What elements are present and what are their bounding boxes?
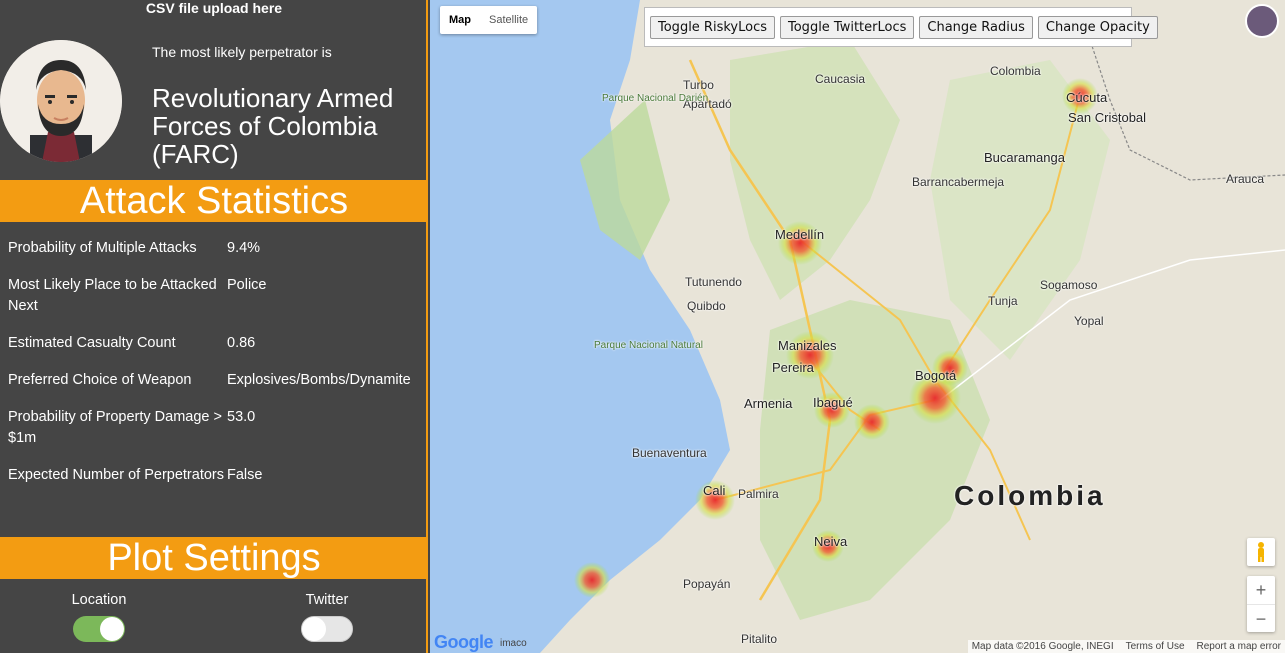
map-city-label: Tutunendo: [685, 275, 742, 289]
csv-upload-area[interactable]: CSV file upload here: [0, 0, 428, 16]
stat-row: Probability of Multiple Attacks 9.4%: [8, 238, 423, 259]
map-city-label: Cúcuta: [1066, 90, 1108, 105]
location-toggle-switch[interactable]: [73, 616, 125, 642]
location-toggle-label: Location: [71, 592, 127, 608]
map-city-label: Ibagué: [813, 395, 853, 410]
perpetrator-name: Revolutionary Armed Forces of Colombia (…: [152, 83, 394, 169]
zoom-in-button[interactable]: +: [1247, 576, 1275, 604]
stat-value: Explosives/Bombs/Dynamite: [227, 372, 411, 388]
map-city-label: Yopal: [1074, 314, 1104, 328]
map-city-label: Bucaramanga: [984, 150, 1065, 165]
toggle-knob: [100, 617, 124, 641]
map-city-label: Arauca: [1226, 172, 1265, 186]
map-city-label: Turbo: [683, 78, 714, 92]
map-city-label: Barrancabermeja: [912, 175, 1005, 189]
map-city-label: Cali: [703, 483, 726, 498]
stat-label: Preferred Choice of Weapon: [8, 372, 192, 388]
map-type-control: Map Satellite: [440, 6, 538, 34]
map-country-label: Colombia: [954, 480, 1106, 511]
map-city-label: Tunja: [988, 294, 1018, 308]
hotspot-ibague-east[interactable]: [854, 404, 890, 440]
stat-row: Expected Number of Perpetrators False: [8, 465, 423, 486]
app-root: CSV file upload here The most likely per…: [0, 0, 1285, 653]
google-logo-text: Google: [434, 632, 494, 652]
change-opacity-button[interactable]: Change Opacity: [1037, 16, 1158, 39]
stat-label: Probability of Multiple Attacks: [8, 240, 197, 256]
map-type-map-button[interactable]: Map: [440, 6, 480, 34]
terms-of-use-link[interactable]: Terms of Use: [1126, 640, 1185, 653]
stat-row: Most Likely Place to be Attacked Next Po…: [8, 275, 423, 317]
twitter-toggle-label: Twitter: [305, 592, 349, 608]
perpetrator-avatar: [0, 40, 122, 162]
stat-label: Probability of Property Damage > $1m: [8, 409, 222, 446]
change-radius-button[interactable]: Change Radius: [919, 16, 1033, 39]
map-city-label: Colombia: [990, 64, 1041, 78]
map-city-label: Sogamoso: [1040, 278, 1098, 292]
google-logo[interactable]: Google: [434, 632, 494, 653]
report-map-error-link[interactable]: Report a map error: [1197, 640, 1281, 653]
stat-value: 53.0: [227, 409, 256, 425]
stat-label: Expected Number of Perpetrators: [8, 467, 224, 483]
map-city-label: Quibdo: [687, 299, 726, 313]
stat-value: 0.86: [227, 335, 256, 351]
plot-settings: Location Twitter: [0, 592, 428, 652]
stat-row: Probability of Property Damage > $1m 53.…: [8, 407, 423, 449]
stat-label: Estimated Casualty Count: [8, 335, 176, 351]
zoom-out-button[interactable]: −: [1247, 604, 1275, 632]
map-city-label: Caucasia: [815, 72, 866, 86]
twitter-toggle-switch[interactable]: [301, 616, 353, 642]
zoom-control: + −: [1247, 576, 1275, 632]
map-city-label: Medellín: [775, 227, 825, 242]
map-city-label: Pereira: [772, 360, 814, 375]
map-city-label: Palmira: [738, 487, 779, 501]
user-avatar[interactable]: [1245, 4, 1279, 38]
stat-value: Police: [227, 277, 267, 293]
map-city-label: Popayán: [683, 577, 731, 591]
map-data-attribution: Map data ©2016 Google, INEGI: [971, 641, 1114, 652]
map-city-label: Buenaventura: [632, 446, 707, 460]
stat-row: Preferred Choice of Weapon Explosives/Bo…: [8, 370, 423, 391]
plot-settings-header: Plot Settings: [0, 537, 428, 579]
location-toggle-group: Location: [44, 592, 154, 642]
pegman-icon: [1258, 542, 1264, 562]
map-park-label: Parque Nacional Darién: [602, 93, 709, 104]
attack-statistics-list: Probability of Multiple Attacks 9.4% Mos…: [8, 238, 423, 502]
stat-label: Most Likely Place to be Attacked Next: [8, 277, 217, 314]
toggle-knob: [302, 617, 326, 641]
toggle-twitter-locs-button[interactable]: Toggle TwitterLocs: [780, 16, 915, 39]
stat-row: Estimated Casualty Count 0.86: [8, 333, 423, 354]
map-view[interactable]: Medellín Bogotá Cali Manizales Pereira I…: [430, 0, 1285, 653]
street-view-pegman-icon[interactable]: [1247, 538, 1275, 566]
map-background: [430, 0, 1285, 653]
map-attribution: Map data ©2016 Google, INEGI Terms of Us…: [967, 640, 1285, 653]
map-city-label: Pitalito: [741, 632, 778, 646]
stat-value: False: [227, 467, 263, 483]
map-city-label: Neiva: [814, 534, 848, 549]
map-city-label: San Cristobal: [1068, 110, 1147, 125]
hotspot-tumaco[interactable]: [574, 562, 610, 598]
bearded-man-illustration: [0, 40, 122, 162]
toggle-risky-locs-button[interactable]: Toggle RiskyLocs: [650, 16, 775, 39]
map-park-label: Parque Nacional Natural: [594, 340, 703, 351]
map-city-label: Bogotá: [915, 368, 957, 383]
map-type-satellite-button[interactable]: Satellite: [480, 6, 537, 34]
attack-statistics-header: Attack Statistics: [0, 180, 428, 222]
stat-value: 9.4%: [227, 240, 261, 256]
map-label-fragment: imaco: [500, 638, 527, 649]
map-city-label: Armenia: [744, 396, 793, 411]
sidebar: CSV file upload here The most likely per…: [0, 0, 428, 653]
map-city-label: Manizales: [778, 338, 837, 353]
perpetrator-label: The most likely perpetrator is: [152, 44, 332, 60]
map-controls-panel: Toggle RiskyLocs Toggle TwitterLocs Chan…: [644, 7, 1158, 47]
twitter-toggle-group: Twitter: [272, 592, 382, 642]
